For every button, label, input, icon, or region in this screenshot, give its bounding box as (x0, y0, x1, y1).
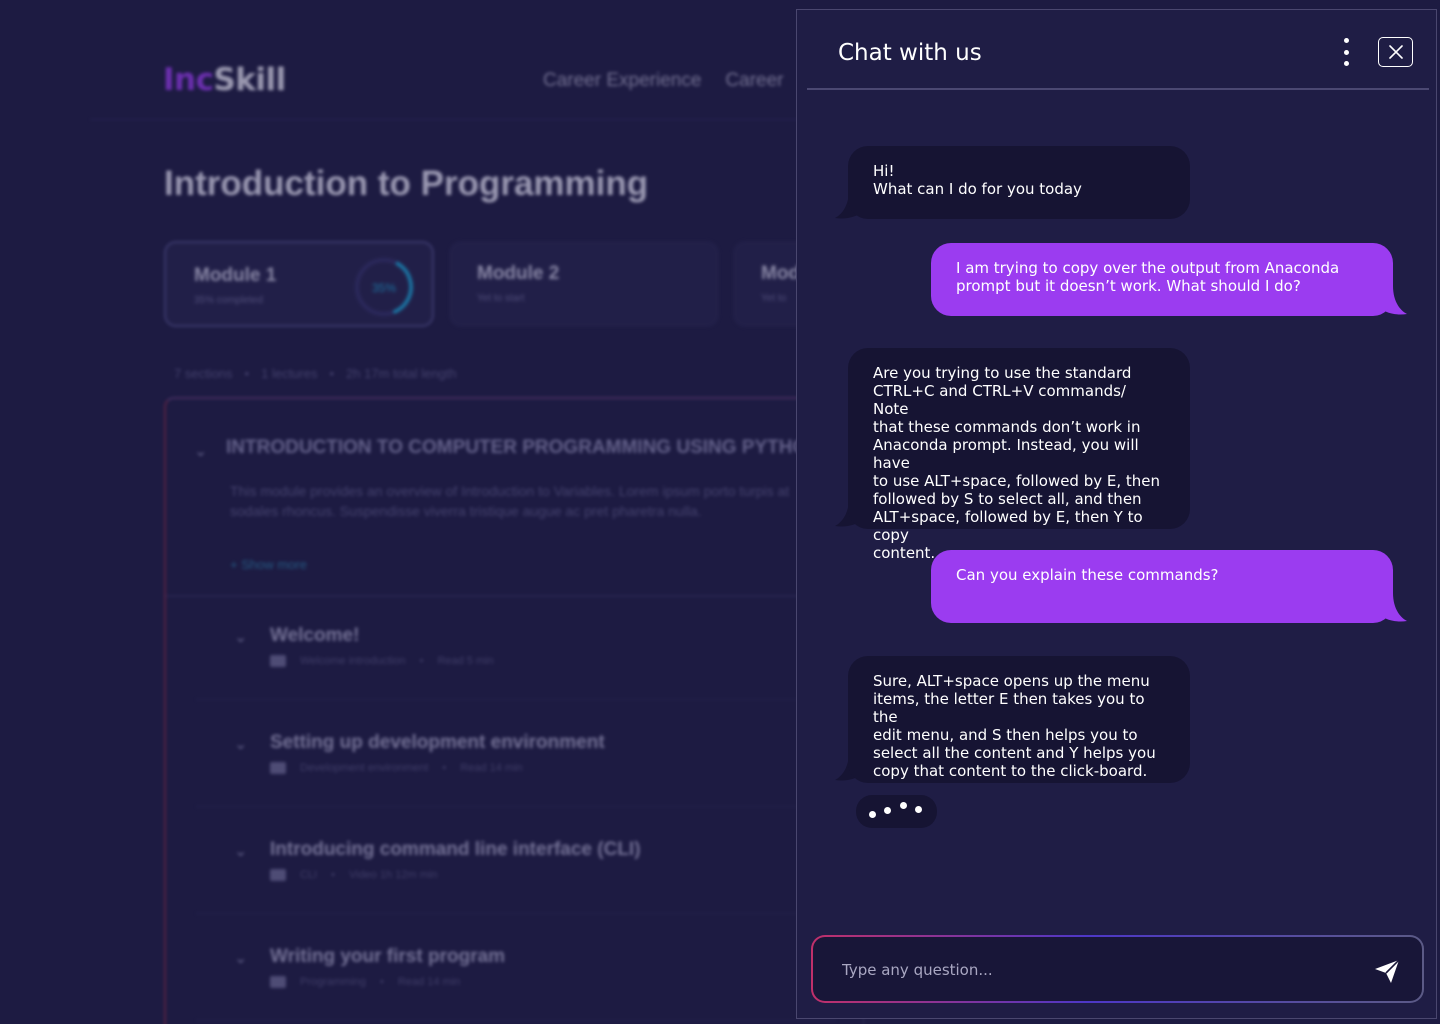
lecture-item[interactable]: Introducing command line interface (CLI)… (270, 839, 641, 881)
user-message: I am trying to copy over the output from… (931, 243, 1393, 316)
section-card: ⌄ INTRODUCTION TO COMPUTER PROGRAMMING U… (164, 397, 866, 1024)
more-vertical-icon[interactable] (1339, 38, 1353, 66)
module-card-1[interactable]: Module 1 35% completed 35% (164, 241, 434, 327)
module-card-2[interactable]: Module 2 Yet to start (449, 241, 719, 327)
page-title: Introduction to Programming (164, 164, 649, 203)
nav-divider (90, 119, 810, 120)
bot-message: Are you trying to use the standard CTRL+… (848, 348, 1190, 562)
chevron-down-icon[interactable]: ⌄ (234, 627, 247, 647)
bot-message: Hi! What can I do for you today (848, 146, 1190, 219)
nav-item-career-experience[interactable]: Career Experience (543, 70, 701, 92)
divider (196, 699, 836, 700)
send-icon (1375, 959, 1400, 983)
divider (196, 913, 836, 914)
top-nav: Career Experience Career (543, 70, 784, 92)
nav-item-career[interactable]: Career (725, 70, 783, 92)
divider (196, 1020, 836, 1021)
progress-label: 35% (372, 281, 396, 295)
progress-ring: 35% (355, 258, 413, 316)
chevron-down-icon[interactable]: ⌄ (234, 734, 247, 754)
header-divider (807, 88, 1429, 90)
lecture-item[interactable]: Welcome! Welcome introduction • Read 5 min (270, 625, 494, 667)
video-icon (270, 869, 286, 881)
lecture-item[interactable]: Setting up development environment Devel… (270, 732, 605, 774)
section-title[interactable]: INTRODUCTION TO COMPUTER PROGRAMMING USI… (226, 437, 866, 459)
module-status: Yet to start (477, 293, 525, 304)
send-button[interactable] (1373, 957, 1401, 985)
book-icon (270, 976, 286, 988)
divider (196, 806, 836, 807)
user-message: Can you explain these commands? (931, 550, 1393, 623)
section-description: This module provides an overview of Intr… (230, 483, 790, 519)
chat-panel: Chat with us Hi! What can I do for you t… (796, 9, 1437, 1019)
bot-message: Sure, ALT+space opens up the menu items,… (848, 656, 1190, 783)
divider (166, 595, 866, 597)
chevron-down-icon[interactable]: ⌄ (234, 948, 247, 968)
chevron-down-icon[interactable]: ⌄ (234, 841, 247, 861)
close-button[interactable] (1378, 37, 1413, 67)
typing-indicator (856, 795, 937, 828)
lecture-item[interactable]: Writing your first program Programming • R… (270, 946, 505, 988)
book-icon (270, 655, 286, 667)
chevron-down-icon[interactable]: ⌄ (194, 441, 207, 461)
chat-header: Chat with us (797, 10, 1436, 90)
close-icon (1388, 45, 1403, 59)
module-title: Module 2 (477, 263, 560, 284)
book-icon (270, 762, 286, 774)
chat-title: Chat with us (838, 40, 982, 66)
question-input[interactable] (842, 958, 1342, 982)
incskill-logo[interactable]: IncSkill (163, 62, 286, 98)
chat-input-box (811, 935, 1424, 1003)
course-stats: 7 sections • 1 lectures • 2h 17m total l… (174, 366, 457, 381)
show-more-link[interactable]: + Show more (230, 557, 307, 572)
